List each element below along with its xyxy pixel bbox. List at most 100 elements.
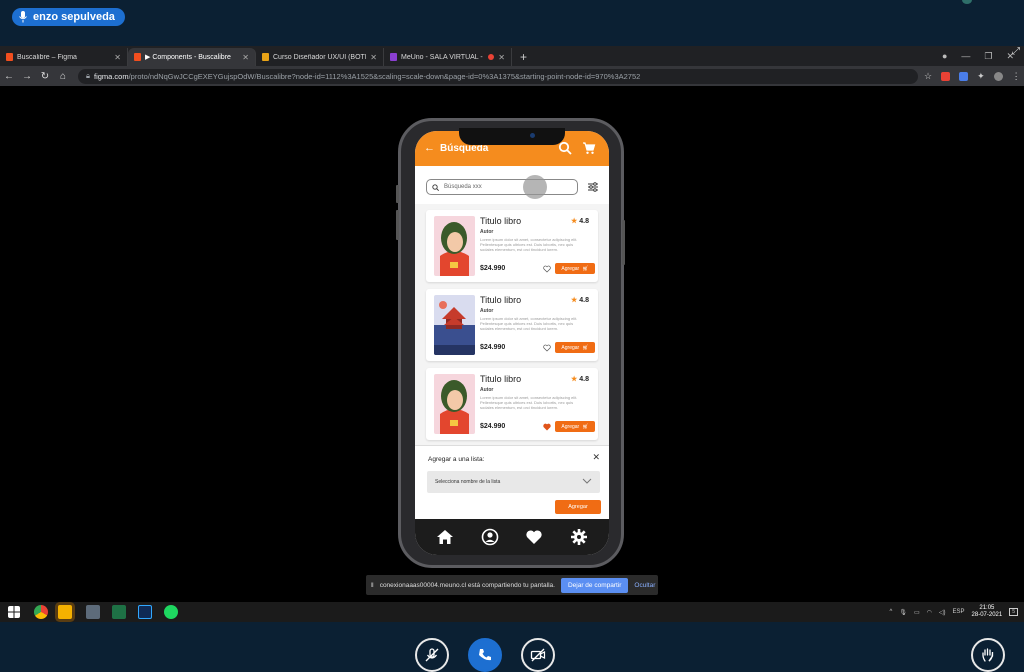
add-to-list-button[interactable]: Agregar bbox=[555, 500, 601, 514]
extensions-area: ☆ ✦ ⋮ bbox=[924, 71, 1021, 82]
tab-title: Curso Diseñador UX/UI (BOTIC- bbox=[273, 53, 367, 61]
add-button-label: Agregar bbox=[561, 423, 580, 430]
back-icon[interactable]: ← bbox=[0, 71, 18, 82]
tab-meuno[interactable]: MeUno - SALA VIRTUAL - M ✕ bbox=[384, 48, 512, 66]
book-author: Autor bbox=[480, 308, 494, 314]
book-card[interactable]: Titulo libro ★ 4.8 Autor Lorem ipsum dol… bbox=[426, 289, 598, 361]
clock[interactable]: 21:05 28-07-2021 bbox=[972, 605, 1003, 619]
photoshop-icon[interactable] bbox=[138, 605, 152, 619]
avatar[interactable] bbox=[993, 71, 1003, 81]
wifi-icon[interactable]: ◠ bbox=[927, 609, 932, 616]
excel-icon[interactable] bbox=[112, 605, 126, 619]
filter-sliders-icon[interactable] bbox=[587, 181, 599, 193]
language-indicator[interactable]: ESP bbox=[953, 609, 965, 615]
chevron-up-icon[interactable]: ^ bbox=[890, 609, 893, 615]
search-icon[interactable] bbox=[558, 141, 572, 155]
tab-title: ▶ Components - Buscalibre bbox=[145, 54, 231, 61]
book-author: Autor bbox=[480, 387, 494, 393]
rating: ★ 4.8 bbox=[571, 217, 589, 225]
translate-extension-icon[interactable] bbox=[959, 71, 969, 81]
cart-icon[interactable] bbox=[582, 141, 596, 155]
mute-button[interactable] bbox=[415, 638, 449, 672]
screen-share-bar: ‖ conexionaaas00004.meuno.cl está compar… bbox=[366, 575, 658, 595]
close-tab-icon[interactable]: ✕ bbox=[498, 53, 505, 62]
pause-icon: ‖ bbox=[371, 581, 374, 589]
fullscreen-icon[interactable]: ⤢ bbox=[1012, 46, 1020, 57]
reload-icon[interactable]: ↻ bbox=[36, 71, 54, 82]
raise-hand-button[interactable] bbox=[971, 638, 1005, 672]
restore-icon[interactable]: ❐ bbox=[984, 51, 992, 62]
address-bar[interactable]: 🔒︎ figma.com /proto/ndNqGwJCCgEXEYGujspO… bbox=[78, 68, 918, 84]
search-input[interactable]: Búsqueda xxx bbox=[426, 179, 578, 195]
book-card[interactable]: Titulo libro ★ 4.8 Autor Lorem ipsum dol… bbox=[426, 210, 598, 282]
profile-icon[interactable]: ● bbox=[942, 51, 947, 61]
meeting-window: { "meeting": { "speaker_name": "enzo sep… bbox=[0, 0, 1024, 672]
book-title: Titulo libro bbox=[480, 374, 522, 384]
book-cover bbox=[434, 295, 475, 355]
app-screen: ← Búsqueda Búsqueda xxx Titulo libro ★ 4… bbox=[415, 131, 609, 555]
search-row: Búsqueda xxx bbox=[415, 166, 609, 204]
lock-icon: 🔒︎ bbox=[86, 71, 90, 80]
search-placeholder: Búsqueda xxx bbox=[444, 184, 482, 190]
calculator-icon[interactable] bbox=[86, 605, 100, 619]
add-to-list-sheet: Agregar a una lista: ✕ Selecciona nombre… bbox=[415, 445, 609, 519]
volume-icon[interactable]: ◁) bbox=[939, 609, 946, 616]
favorites-heart-icon[interactable] bbox=[525, 528, 543, 546]
spotify-icon[interactable] bbox=[164, 605, 178, 619]
puzzle-extensions-icon[interactable]: ✦ bbox=[977, 71, 985, 82]
home-icon[interactable] bbox=[436, 528, 454, 546]
camera-icon bbox=[530, 133, 535, 138]
windows-start-icon[interactable] bbox=[8, 606, 20, 618]
pointer-highlight bbox=[523, 175, 547, 199]
battery-icon[interactable]: ▭ bbox=[914, 609, 920, 616]
figma-favicon-icon bbox=[134, 53, 141, 61]
rating-value: 4.8 bbox=[579, 376, 589, 383]
star-icon: ★ bbox=[571, 218, 578, 225]
hide-button[interactable]: Ocultar bbox=[634, 582, 655, 589]
forward-icon[interactable]: → bbox=[18, 71, 36, 82]
status-dot bbox=[962, 0, 972, 4]
close-tab-icon[interactable]: ✕ bbox=[370, 53, 377, 62]
add-to-cart-button[interactable]: Agregar 🛒︎ bbox=[555, 421, 595, 432]
mic-tray-icon[interactable]: 🎙︎ bbox=[899, 609, 907, 616]
add-to-cart-button[interactable]: Agregar 🛒︎ bbox=[555, 342, 595, 353]
book-price: $24.990 bbox=[480, 423, 506, 430]
tab-strip: Buscalibre – Figma ✕ ▶ Components - Busc… bbox=[0, 46, 1024, 66]
book-card[interactable]: Titulo libro ★ 4.8 Autor Lorem ipsum dol… bbox=[426, 368, 598, 440]
browser-chrome: Buscalibre – Figma ✕ ▶ Components - Busc… bbox=[0, 46, 1024, 86]
meuno-favicon-icon bbox=[390, 53, 397, 61]
call-button[interactable] bbox=[468, 638, 502, 672]
book-cover bbox=[434, 374, 475, 434]
home-icon[interactable]: ⌂ bbox=[54, 71, 72, 82]
heart-filled-icon[interactable] bbox=[543, 423, 551, 431]
book-price: $24.990 bbox=[480, 265, 506, 272]
gmail-extension-icon[interactable] bbox=[941, 71, 951, 81]
chrome-icon[interactable] bbox=[34, 605, 48, 619]
stop-sharing-button[interactable]: Dejar de compartir bbox=[560, 577, 629, 593]
list-select[interactable]: Selecciona nombre de la lista bbox=[427, 471, 600, 493]
bookmark-star-icon[interactable]: ☆ bbox=[924, 71, 932, 82]
close-tab-icon[interactable]: ✕ bbox=[242, 53, 249, 62]
menu-dots-icon[interactable]: ⋮ bbox=[1012, 71, 1021, 82]
heart-outline-icon[interactable] bbox=[543, 344, 551, 352]
profile-icon[interactable] bbox=[481, 528, 499, 546]
sticky-notes-icon[interactable] bbox=[58, 605, 72, 619]
star-icon: ★ bbox=[571, 297, 578, 304]
tab-curso-ux[interactable]: Curso Diseñador UX/UI (BOTIC- ✕ bbox=[256, 48, 384, 66]
close-icon[interactable]: ✕ bbox=[592, 452, 600, 463]
tab-components-buscalibre[interactable]: ▶ Components - Buscalibre ✕ bbox=[128, 48, 256, 66]
rating-value: 4.8 bbox=[579, 218, 589, 225]
settings-gear-icon[interactable] bbox=[570, 528, 588, 546]
add-to-cart-button[interactable]: Agregar 🛒︎ bbox=[555, 263, 595, 274]
close-tab-icon[interactable]: ✕ bbox=[114, 53, 121, 62]
notifications-icon[interactable]: 5 bbox=[1009, 608, 1018, 616]
tab-buscalibre-figma[interactable]: Buscalibre – Figma ✕ bbox=[0, 48, 128, 66]
add-button-label: Agregar bbox=[561, 344, 580, 351]
windows-taskbar: ^ 🎙︎ ▭ ◠ ◁) ESP 21:05 28-07-2021 5 bbox=[0, 602, 1024, 622]
heart-outline-icon[interactable] bbox=[543, 265, 551, 273]
back-arrow-icon[interactable]: ← bbox=[424, 142, 435, 154]
new-tab-button[interactable]: + bbox=[512, 48, 535, 66]
minimize-icon[interactable]: — bbox=[961, 51, 970, 61]
camera-button[interactable] bbox=[521, 638, 555, 672]
figma-favicon-icon bbox=[6, 53, 13, 61]
